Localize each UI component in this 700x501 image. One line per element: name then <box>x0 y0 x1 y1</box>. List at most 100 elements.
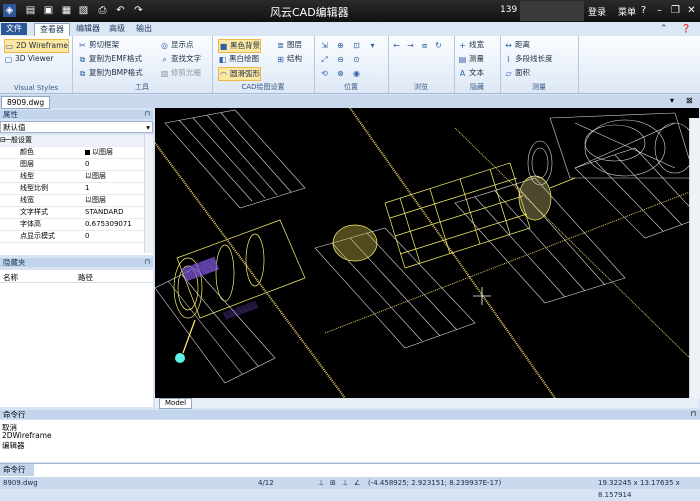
command-title: 命令行 <box>3 410 26 419</box>
clip-frame-button[interactable]: ✂ 剪切框架 <box>78 39 119 51</box>
command-input-row: 命令行 <box>0 463 700 477</box>
pin-icon[interactable]: ⊓ <box>145 110 150 119</box>
tab-advanced[interactable]: 高级 <box>104 23 130 35</box>
zoom-in-icon[interactable]: ⊕ <box>336 39 345 51</box>
group-browse: ← → ⧈ ↻ 浏览 <box>388 36 455 93</box>
orbit-icon[interactable]: ⊗ <box>336 67 345 79</box>
property-row[interactable]: 线宽 以图层 <box>0 195 145 207</box>
property-row[interactable]: 线型比例 1 <box>0 183 145 195</box>
open-icon[interactable]: ▣ <box>42 4 55 17</box>
distance-button[interactable]: ↔ 距离 <box>504 39 530 51</box>
grid-icon[interactable]: ⊞ <box>330 477 336 489</box>
close-icon[interactable]: ✕ <box>685 4 698 17</box>
model-tab[interactable]: Model <box>159 398 193 409</box>
truss-beams <box>155 108 699 398</box>
zoom-extents-icon[interactable]: ⊙ <box>352 53 361 65</box>
zoom-out-icon[interactable]: ⊖ <box>336 53 345 65</box>
property-value[interactable]: 0.675309071 <box>85 219 132 229</box>
ribbon-collapse-icon[interactable]: ⌃ <box>655 23 673 35</box>
collapse-icon[interactable]: ⊟ <box>0 135 6 145</box>
pin-icon[interactable]: ⊓ <box>145 258 150 267</box>
structure-button[interactable]: ⊞ 结构 <box>276 53 302 65</box>
view-icon[interactable]: ◉ <box>352 67 361 79</box>
measure-toggle-button[interactable]: ▤ 测量 <box>458 53 484 65</box>
document-tab[interactable]: 8909.dwg <box>1 96 51 109</box>
smooth-arc-button[interactable]: ◠ 圆滑弧形 <box>218 67 261 81</box>
find-text-button[interactable]: ⌕ 查找文字 <box>160 53 201 65</box>
close-doc-icon[interactable]: ⊠ <box>686 96 693 105</box>
trim-raster-button[interactable]: ▨ 修剪光栅 <box>160 67 201 79</box>
zoom-dropdown-icon[interactable]: ▾ <box>368 39 377 51</box>
lineweight-button[interactable]: + 线宽 <box>458 39 484 51</box>
restore-icon[interactable]: ❐ <box>669 4 682 17</box>
snap-icon[interactable]: ⊥ <box>318 477 324 489</box>
polar-icon[interactable]: ∠ <box>354 477 360 489</box>
zoom-window-icon[interactable]: ⊡ <box>352 39 361 51</box>
polyline-length-button[interactable]: ⌇ 多段线长度 <box>504 53 553 65</box>
rotate-icon[interactable]: ⟲ <box>320 67 329 79</box>
property-key: 颜色 <box>20 148 34 156</box>
ortho-icon[interactable]: ⊥ <box>342 477 348 489</box>
tab-editor[interactable]: 编辑器 <box>71 23 105 35</box>
pan-icon[interactable]: ⇲ <box>320 39 329 51</box>
help-icon[interactable]: ? <box>637 4 650 17</box>
property-row[interactable]: 字体高 0.675309071 <box>0 219 145 231</box>
group-visual-styles: ▭ 2D Wireframe ▢ 3D Viewer Visual Styles <box>0 36 73 93</box>
property-row[interactable]: 点显示模式 0 <box>0 231 145 243</box>
minimize-icon[interactable]: – <box>653 4 666 17</box>
tab-list-icon[interactable]: ▾ <box>670 96 674 105</box>
redo-icon[interactable]: ↷ <box>132 4 145 17</box>
property-value[interactable]: 0 <box>85 159 89 169</box>
canvas-horizontal-scrollbar[interactable]: Model <box>155 398 699 409</box>
tab-viewer[interactable]: 查看器 <box>34 23 70 36</box>
property-value[interactable]: 1 <box>85 183 89 193</box>
forward-icon[interactable]: → <box>406 39 415 51</box>
viewer-3d-button[interactable]: ▢ 3D Viewer <box>4 53 54 65</box>
scissors-icon: ✂ <box>79 40 86 50</box>
wireframe-2d-button[interactable]: ▭ 2D Wireframe <box>4 39 70 53</box>
login-link[interactable]: 登录 <box>588 5 606 18</box>
layers-list: 名称 路径 <box>0 270 153 407</box>
property-row[interactable]: 线型 以图层 <box>0 171 145 183</box>
window-title: 风云CAD编辑器 <box>270 6 349 19</box>
property-value[interactable]: 0 <box>85 231 89 241</box>
property-value[interactable]: 以图层 <box>92 147 113 157</box>
print-icon[interactable]: ⎙ <box>96 4 109 17</box>
tab-output[interactable]: 输出 <box>131 23 157 35</box>
property-row[interactable]: 颜色 以图层 <box>0 147 145 159</box>
black-white-button[interactable]: ◧ 黑白绘图 <box>218 53 259 65</box>
property-value[interactable]: STANDARD <box>85 207 124 217</box>
copy-emf-button[interactable]: ⧉ 复制为EMF格式 <box>78 53 142 65</box>
property-value[interactable]: 以图层 <box>85 171 106 181</box>
bookmark-icon[interactable]: ⧈ <box>420 39 429 51</box>
ribbon-help-icon[interactable]: ❓ <box>676 23 696 35</box>
undo-icon[interactable]: ↶ <box>114 4 127 17</box>
group-label: 测量 <box>532 83 546 91</box>
new-file-icon[interactable]: ▤ <box>24 4 37 17</box>
pin-icon[interactable]: ⊓ <box>691 410 696 419</box>
copy-icon: ⧉ <box>79 54 86 64</box>
menu-link[interactable]: 菜单 <box>618 5 636 18</box>
fit-icon[interactable]: ⤢ <box>320 53 329 65</box>
black-background-button[interactable]: ■ 黑色背景 <box>218 39 261 53</box>
property-row[interactable]: 图层 0 <box>0 159 145 171</box>
property-scrollbar[interactable] <box>144 135 153 253</box>
drawing-canvas[interactable]: ▓▓▓▓ ▒▒▒▒▒▒▒ <box>155 108 699 398</box>
layers-button[interactable]: ≣ 图层 <box>276 39 302 51</box>
tab-file[interactable]: 文件 <box>1 23 27 35</box>
show-point-button[interactable]: ◎ 显示点 <box>160 39 194 51</box>
copy-bmp-button[interactable]: ⧉ 复制为BMP格式 <box>78 67 143 79</box>
property-value[interactable]: 以图层 <box>85 195 106 205</box>
area-button[interactable]: ▱ 面积 <box>504 67 530 79</box>
save-icon[interactable]: ▦ <box>60 4 73 17</box>
property-row[interactable]: 文字样式 STANDARD <box>0 207 145 219</box>
text-toggle-button[interactable]: A 文本 <box>458 67 484 79</box>
property-selector[interactable]: 默认值 ▾ <box>0 121 153 133</box>
robotic-arm <box>182 319 196 354</box>
property-group[interactable]: 一般设置 ⊟ <box>0 135 145 147</box>
saveall-icon[interactable]: ▧ <box>77 4 90 17</box>
layers-title: 隐藏夹 <box>3 258 26 267</box>
refresh-icon[interactable]: ↻ <box>434 39 443 51</box>
canvas-vertical-scrollbar[interactable] <box>689 118 700 398</box>
back-icon[interactable]: ← <box>392 39 401 51</box>
